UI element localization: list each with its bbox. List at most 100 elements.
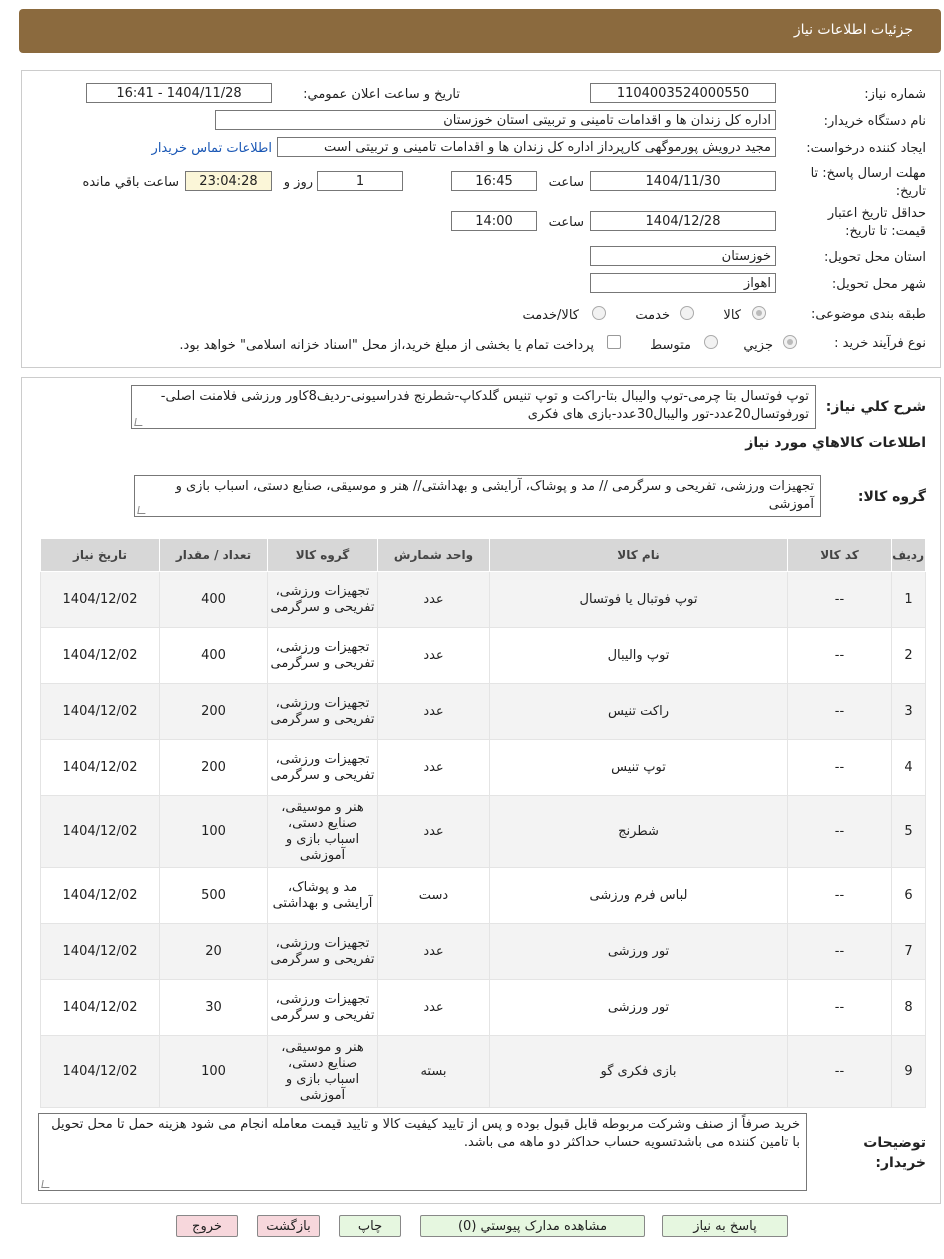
- print-button[interactable]: چاپ: [339, 1215, 401, 1237]
- summary-textarea[interactable]: توپ فوتسال بتا چرمی-توپ والیبال بتا-راکت…: [131, 385, 816, 429]
- validity-label: حداقل تاريخ اعتبار: [827, 206, 926, 221]
- goods-group-textarea[interactable]: تجهیزات ورزشی، تفریحی و سرگرمی // مد و پ…: [134, 475, 821, 517]
- validity-time-field[interactable]: 14:00: [451, 211, 537, 231]
- resize-grip-icon[interactable]: [137, 506, 147, 514]
- row-index-cell: 4: [891, 739, 926, 796]
- province-field[interactable]: خوزستان: [590, 246, 776, 266]
- process-partial-radio[interactable]: [783, 335, 797, 349]
- quantity-cell: 500: [159, 867, 268, 924]
- name-cell: شطرنج: [489, 795, 788, 868]
- resize-grip-icon[interactable]: [134, 418, 144, 426]
- validity-date-field[interactable]: 1404/12/28: [590, 211, 776, 231]
- creator-label: ايجاد کننده درخواست:: [806, 141, 926, 156]
- category-both-label: کالا/خدمت: [522, 308, 579, 323]
- buyer-org-field[interactable]: اداره کل زندان ها و اقدامات تامینی و ترب…: [215, 110, 776, 130]
- col-header-name: نام کالا: [489, 538, 788, 572]
- deadline-label-2: تاريخ:: [895, 184, 926, 199]
- unit-cell: عدد: [377, 923, 490, 980]
- resize-grip-icon[interactable]: [41, 1180, 51, 1188]
- unit-cell: عدد: [377, 739, 490, 796]
- table-row: 2 -- توپ والیبال عدد تجهیزات ورزشی، تفریحی و…: [40, 627, 926, 684]
- unit-cell: عدد: [377, 627, 490, 684]
- creator-field[interactable]: مجید درویش پورموگهی کارپرداز اداره کل زن…: [277, 137, 776, 157]
- category-service-radio[interactable]: [680, 306, 694, 320]
- summary-label: شرح کلي نياز:: [825, 399, 926, 415]
- name-cell: توپ والیبال: [489, 627, 788, 684]
- code-cell: --: [787, 739, 892, 796]
- deadline-time-label: ساعت: [548, 175, 584, 190]
- unit-cell: عدد: [377, 683, 490, 740]
- table-header-row: رديف کد کالا نام کالا واحد شمارش گروه کا…: [40, 538, 926, 572]
- row-index-cell: 1: [891, 571, 926, 628]
- exit-button[interactable]: خروج: [176, 1215, 238, 1237]
- code-cell: --: [787, 571, 892, 628]
- validity-time-label: ساعت: [548, 215, 584, 230]
- back-button[interactable]: بازگشت: [257, 1215, 320, 1237]
- treasury-docs-checkbox[interactable]: [607, 335, 621, 349]
- group-cell: تجهیزات ورزشی، تفریحی و سرگرمی: [267, 571, 378, 628]
- category-goods-radio[interactable]: [752, 306, 766, 320]
- summary-text: توپ فوتسال بتا چرمی-توپ والیبال بتا-راکت…: [160, 389, 809, 422]
- deadline-time-field[interactable]: 16:45: [451, 171, 537, 191]
- name-cell: تور ورزشی: [489, 979, 788, 1036]
- unit-cell: عدد: [377, 571, 490, 628]
- date-cell: 1404/12/02: [40, 683, 160, 740]
- group-cell: مد و پوشاک، آرایشی و بهداشتی: [267, 867, 378, 924]
- table-row: 7 -- تور ورزشی عدد تجهیزات ورزشی، تفریحی و س…: [40, 923, 926, 980]
- table-row: 8 -- تور ورزشی عدد تجهیزات ورزشی، تفریحی و س…: [40, 979, 926, 1036]
- buyer-notes-textarea[interactable]: خرید صرفاً از صنف وشرکت مربوطه قابل قبول…: [38, 1113, 807, 1191]
- quantity-cell: 200: [159, 683, 268, 740]
- province-label: استان محل تحويل:: [824, 250, 926, 265]
- unit-cell: عدد: [377, 795, 490, 868]
- category-label: طبقه بندی موضوعی:: [810, 307, 926, 322]
- quantity-cell: 30: [159, 979, 268, 1036]
- process-medium-radio[interactable]: [704, 335, 718, 349]
- page-header: جزئيات اطلاعات نياز: [19, 9, 941, 53]
- col-header-group: گروه کالا: [267, 538, 378, 572]
- deadline-date-field[interactable]: 1404/11/30: [590, 171, 776, 191]
- row-index-cell: 6: [891, 867, 926, 924]
- date-cell: 1404/12/02: [40, 739, 160, 796]
- goods-info-title: اطلاعات کالاهاي مورد نياز: [745, 435, 926, 451]
- goods-table: رديف کد کالا نام کالا واحد شمارش گروه کا…: [40, 538, 926, 1108]
- row-index-cell: 7: [891, 923, 926, 980]
- table-row: 3 -- راکت تنیس عدد تجهیزات ورزشی، تفریحی و س…: [40, 683, 926, 740]
- process-type-label: نوع فرآيند خريد :: [834, 336, 926, 351]
- name-cell: بازی فکری گو: [489, 1035, 788, 1108]
- table-row: 6 -- لباس فرم ورزشی دست مد و پوشاک، آرایشی و…: [40, 867, 926, 924]
- group-cell: هنر و موسیقی، صنایع دستی، اسباب بازی و آ…: [267, 795, 378, 868]
- view-attachments-button[interactable]: مشاهده مدارک پيوستي (0): [420, 1215, 645, 1237]
- code-cell: --: [787, 867, 892, 924]
- buyer-contact-link[interactable]: اطلاعات تماس خريدار: [152, 141, 272, 156]
- table-row: 4 -- توپ تنیس عدد تجهیزات ورزشی، تفریحی و سر…: [40, 739, 926, 796]
- remaining-label: ساعت باقي مانده: [82, 175, 179, 190]
- row-index-cell: 2: [891, 627, 926, 684]
- date-cell: 1404/12/02: [40, 867, 160, 924]
- need-number-field[interactable]: 1104003524000550: [590, 83, 776, 103]
- page-title: جزئيات اطلاعات نياز: [793, 22, 913, 38]
- remaining-time-field: 23:04:28: [185, 171, 272, 191]
- remaining-days-field[interactable]: 1: [317, 171, 403, 191]
- code-cell: --: [787, 683, 892, 740]
- quantity-cell: 400: [159, 627, 268, 684]
- treasury-docs-note: پرداخت تمام يا بخشی از مبلغ خريد،از محل …: [179, 338, 594, 353]
- buyer-notes-label-2: خريدار:: [875, 1155, 926, 1171]
- category-goods-label: کالا: [723, 308, 741, 323]
- process-medium-label: متوسط: [650, 338, 691, 353]
- goods-group-label: گروه کالا:: [857, 489, 926, 505]
- col-header-row-index: رديف: [891, 538, 926, 572]
- reply-button[interactable]: پاسخ به نياز: [662, 1215, 788, 1237]
- table-row: 1 -- توپ فوتبال یا فوتسال عدد تجهیزات ورزشی،…: [40, 571, 926, 628]
- code-cell: --: [787, 923, 892, 980]
- group-cell: تجهیزات ورزشی، تفریحی و سرگرمی: [267, 627, 378, 684]
- category-both-radio[interactable]: [592, 306, 606, 320]
- announce-field[interactable]: 1404/11/28 - 16:41: [86, 83, 272, 103]
- date-cell: 1404/12/02: [40, 979, 160, 1036]
- deadline-label: مهلت ارسال پاسخ: تا: [810, 166, 926, 181]
- city-label: شهر محل تحويل:: [831, 277, 926, 292]
- city-field[interactable]: اهواز: [590, 273, 776, 293]
- row-index-cell: 8: [891, 979, 926, 1036]
- unit-cell: بسته: [377, 1035, 490, 1108]
- days-label: روز و: [283, 175, 313, 190]
- name-cell: توپ فوتبال یا فوتسال: [489, 571, 788, 628]
